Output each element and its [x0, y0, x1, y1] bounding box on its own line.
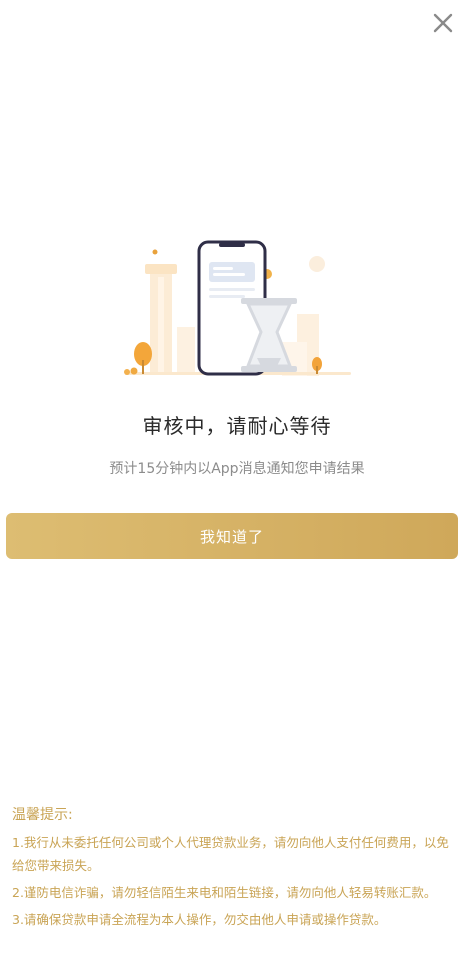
status-subtitle: 预计15分钟内以App消息通知您申请结果	[109, 461, 365, 477]
acknowledge-button[interactable]: 我知道了	[6, 513, 458, 559]
tip-item: 3.请确保贷款申请全流程为本人操作，勿交由他人申请或操作贷款。	[12, 912, 387, 927]
tip-item: 2.谨防电信诈骗，请勿轻信陌生来电和陌生链接，请勿向他人轻易转账汇款。	[12, 885, 437, 900]
review-illustration	[0, 232, 474, 382]
close-icon	[433, 13, 453, 33]
review-pending-page: 审核中，请耐心等待 预计15分钟内以App消息通知您申请结果 我知道了 温馨提示…	[0, 0, 474, 956]
tips-section: 温馨提示: 1.我行从未委托任何公司或个人代理贷款业务，请勿向他人支付任何费用，…	[12, 804, 460, 935]
phone-hourglass-illustration	[124, 240, 351, 376]
tips-title: 温馨提示:	[12, 807, 73, 823]
status-title: 审核中，请耐心等待	[142, 414, 332, 438]
close-button[interactable]	[430, 10, 456, 36]
tip-item: 1.我行从未委托任何公司或个人代理贷款业务，请勿向他人支付任何费用，以免给您带来…	[12, 835, 449, 873]
